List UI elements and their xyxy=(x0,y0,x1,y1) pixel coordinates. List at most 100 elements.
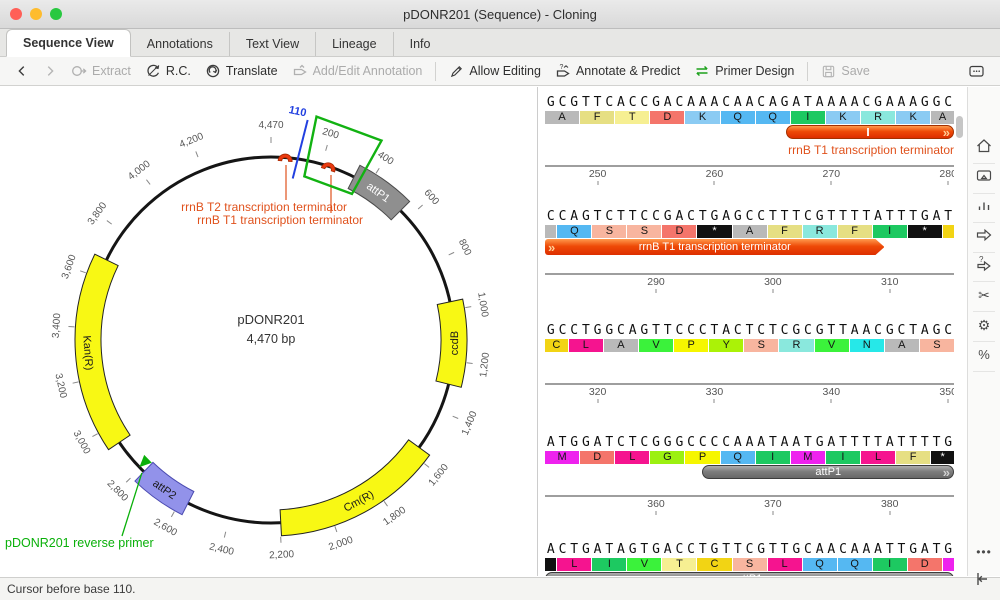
close-window-button[interactable] xyxy=(10,8,22,20)
dna-base: T xyxy=(896,543,908,557)
annotate-predict-button[interactable]: ? Annotate & Predict xyxy=(548,59,687,83)
translate-button[interactable]: Translate xyxy=(198,59,285,83)
dna-base: C xyxy=(802,210,814,224)
amino-acid-box: S xyxy=(592,225,626,238)
dna-sequence[interactable]: CCAGTCTTCCGACTGAGCCTTTCGTTTTATTTGAT xyxy=(545,210,954,224)
dna-base: A xyxy=(685,96,697,110)
dna-base: G xyxy=(603,324,615,338)
dna-sequence[interactable]: ACTGATAGTGACCTGTTCGTTGCAACAAATTGATG xyxy=(545,543,954,557)
gear-icon[interactable]: ⚙ xyxy=(968,315,1000,337)
sequence-detail-panel[interactable]: GCGTTCACCGACAAACAACAGATAAAACGAAAGGCAFTDK… xyxy=(540,87,954,576)
collapse-panel-button[interactable] xyxy=(972,569,996,593)
dna-sequence[interactable]: GCGTTCACCGACAAACAACAGATAAAACGAAAGGC xyxy=(545,96,954,110)
dna-base: T xyxy=(557,436,569,450)
amino-acid-box: D xyxy=(908,558,942,571)
dna-base: A xyxy=(907,96,919,110)
dna-base: A xyxy=(545,436,557,450)
dna-base: T xyxy=(767,436,779,450)
status-bar: Cursor before base 110. xyxy=(0,577,1000,600)
amino-acid-box: C xyxy=(545,339,568,352)
reverse-complement-button[interactable]: R.C. xyxy=(138,59,198,83)
rc-label: R.C. xyxy=(166,64,191,78)
dna-base: A xyxy=(837,96,849,110)
sequence-row[interactable]: ACTGATAGTGACCTGTTCGTTGCAACAAATTGATGLIVTC… xyxy=(545,543,954,576)
feature-annotation-arrow[interactable]: attP1» xyxy=(702,465,954,479)
ruler-tick xyxy=(597,181,598,185)
primer-label: pDONR201 reverse primer xyxy=(5,536,154,550)
primer-design-button[interactable]: Primer Design xyxy=(687,59,801,83)
amino-acid-box: I xyxy=(756,451,790,464)
rail-separator xyxy=(973,222,995,223)
bar-chart-icon[interactable] xyxy=(968,196,1000,218)
feature-annotation-arrow[interactable]: attP1»» xyxy=(545,572,954,576)
dna-sequence[interactable]: ATGGATCTCGGGCCCCAAATAATGATTTTATTTTG xyxy=(545,436,954,450)
dna-base: A xyxy=(790,96,802,110)
presentation-icon[interactable] xyxy=(968,167,1000,189)
rail-separator xyxy=(973,193,995,194)
dna-base: G xyxy=(919,210,931,224)
traffic-lights xyxy=(10,8,62,20)
dna-base: C xyxy=(744,210,756,224)
dna-base: C xyxy=(755,324,767,338)
sequence-row[interactable]: GCGTTCACCGACAAACAACAGATAAAACGAAAGGCAFTDK… xyxy=(545,96,954,196)
add-edit-annotation-button[interactable]: Add/Edit Annotation xyxy=(285,59,430,83)
tab-annotations[interactable]: Annotations xyxy=(131,32,230,56)
nav-back-button[interactable] xyxy=(8,59,36,83)
cursor-position-label: 110 xyxy=(288,104,308,119)
annotate-arrow-icon[interactable]: ? xyxy=(968,255,1000,277)
dna-base: G xyxy=(639,324,651,338)
save-button[interactable]: Save xyxy=(814,59,877,83)
dna-base: G xyxy=(568,436,580,450)
dna-base: A xyxy=(861,324,873,338)
dna-base: C xyxy=(615,324,627,338)
zoom-window-button[interactable] xyxy=(50,8,62,20)
tab-lineage[interactable]: Lineage xyxy=(316,32,394,56)
dna-sequence[interactable]: GCCTGGCAGTTCCCTACTCTCGCGTTAACGCTAGC xyxy=(545,324,954,338)
minimize-window-button[interactable] xyxy=(30,8,42,20)
export-arrow-icon[interactable] xyxy=(968,226,1000,248)
dna-base: T xyxy=(767,210,779,224)
map-axis-label: 4,200 xyxy=(178,131,206,151)
ruler-tick xyxy=(889,289,890,293)
sequence-row[interactable]: CCAGTCTTCCGACTGAGCCTTTCGTTTTATTTGATQSSD*… xyxy=(545,210,954,310)
translate-label: Translate xyxy=(226,64,278,78)
terminator-icon[interactable] xyxy=(278,154,293,162)
sequence-row[interactable]: ATGGATCTCGGGCCCCAAATAATGATTTTATTTTGMDLGP… xyxy=(545,436,954,536)
feature-annotation-arrow[interactable]: » xyxy=(786,125,954,139)
map-feature-cmr[interactable] xyxy=(280,440,430,536)
tab-info[interactable]: Info xyxy=(394,32,447,56)
panel-layout-toggle-button[interactable] xyxy=(961,59,992,83)
tab-text-view[interactable]: Text View xyxy=(230,32,316,56)
more-options-icon[interactable]: ••• xyxy=(968,542,1000,564)
amino-acid-track: MDLGPQIMILF* xyxy=(545,451,954,464)
dna-base: T xyxy=(849,436,861,450)
dna-base: C xyxy=(802,324,814,338)
amino-acid-box: * xyxy=(908,225,942,238)
amino-acid-box: S xyxy=(733,558,767,571)
percent-icon[interactable]: % xyxy=(968,345,1000,367)
nav-forward-button[interactable] xyxy=(36,59,64,83)
scissors-icon[interactable]: ✂ xyxy=(968,285,1000,307)
dna-base: A xyxy=(849,96,861,110)
dna-base: T xyxy=(767,543,779,557)
sequence-scrollbar[interactable] xyxy=(956,116,963,138)
map-axis-tick xyxy=(418,205,422,209)
dna-base: C xyxy=(697,436,709,450)
dna-base: T xyxy=(580,324,592,338)
amino-acid-box: V xyxy=(639,339,673,352)
allow-editing-button[interactable]: Allow Editing xyxy=(442,59,548,83)
ruler-number: 320 xyxy=(589,386,607,398)
dna-base: C xyxy=(627,96,639,110)
ruler-number: 340 xyxy=(823,386,841,398)
amino-acid-box: I xyxy=(873,558,907,571)
home-icon[interactable] xyxy=(968,137,1000,159)
amino-acid-box: L xyxy=(768,558,802,571)
feature-annotation-arrow[interactable]: rrnB T1 transcription terminator» xyxy=(545,239,884,255)
dna-base: G xyxy=(919,96,931,110)
sequence-row[interactable]: GCCTGGCAGTTCCCTACTCTCGCGTTAACGCTAGCCLAVP… xyxy=(545,324,954,424)
extract-button[interactable]: Extract xyxy=(64,59,138,83)
tab-sequence-view[interactable]: Sequence View xyxy=(6,29,131,57)
map-axis-label: 1,000 xyxy=(475,291,490,318)
plasmid-map[interactable]: attP1ccdBCm(R)attP2Kan(R)2004006008001,0… xyxy=(0,87,538,576)
terminator-icon[interactable] xyxy=(321,161,336,172)
